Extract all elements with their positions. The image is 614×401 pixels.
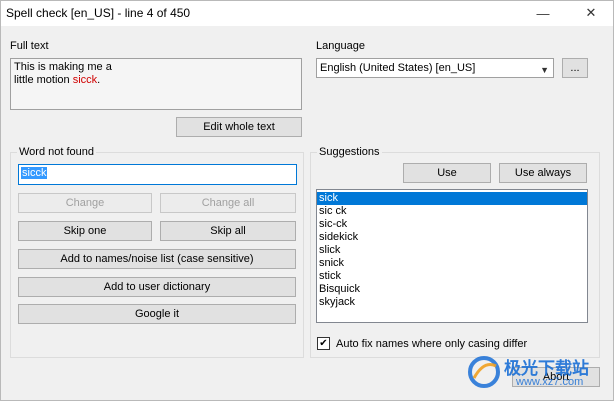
skip-all-button[interactable]: Skip all [160, 221, 296, 241]
suggestion-item[interactable]: sick [317, 192, 587, 205]
suggestion-item[interactable]: snick [317, 257, 587, 270]
auto-fix-label: Auto fix names where only casing differ [336, 337, 528, 350]
change-all-button[interactable]: Change all [160, 193, 296, 213]
full-text-label: Full text [10, 40, 49, 52]
auto-fix-checkbox[interactable]: ✔ [317, 337, 330, 350]
close-icon: ✕ [585, 5, 597, 20]
google-it-button[interactable]: Google it [18, 304, 296, 324]
suggestion-item[interactable]: slick [317, 244, 587, 257]
change-button[interactable]: Change [18, 193, 152, 213]
word-not-found-title: Word not found [17, 146, 97, 158]
word-not-found-input[interactable]: sicck [18, 164, 297, 185]
full-text-line-2-prefix: little motion [14, 74, 73, 86]
suggestion-item[interactable]: skyjack [317, 296, 587, 309]
suggestions-list[interactable]: sick sic ck sic-ck sidekick slick snick stick B… [316, 189, 588, 323]
watermark: 极光下载站 www.xz7.com [468, 352, 608, 396]
full-text-line-2: little motion sicck. [14, 74, 298, 87]
close-button[interactable]: ✕ [568, 0, 614, 26]
window-title: Spell check [en_US] - line 4 of 450 [6, 6, 191, 20]
full-text-box[interactable]: This is making me a little motion sicck. [10, 58, 302, 110]
full-text-line-2-suffix: . [97, 74, 101, 86]
edit-whole-text-button[interactable]: Edit whole text [176, 117, 302, 137]
full-text-line-1: This is making me a [14, 61, 112, 73]
check-icon: ✔ [319, 337, 328, 349]
suggestion-item[interactable]: sic ck [317, 205, 587, 218]
use-always-button[interactable]: Use always [499, 163, 587, 183]
suggestions-title: Suggestions [317, 146, 382, 158]
language-more-button[interactable]: ... [562, 58, 588, 78]
minimize-button[interactable]: — [520, 0, 566, 26]
language-dropdown[interactable]: English (United States) [en_US] ▼ [316, 58, 554, 78]
skip-one-button[interactable]: Skip one [18, 221, 152, 241]
language-selected: English (United States) [en_US] [320, 62, 476, 74]
add-to-user-dictionary-button[interactable]: Add to user dictionary [18, 277, 296, 297]
language-label: Language [316, 40, 365, 52]
watermark-url: www.xz7.com [516, 376, 584, 388]
suggestion-item[interactable]: sidekick [317, 231, 587, 244]
use-button[interactable]: Use [403, 163, 491, 183]
suggestion-item[interactable]: stick [317, 270, 587, 283]
add-to-names-button[interactable]: Add to names/noise list (case sensitive) [18, 249, 296, 269]
chevron-down-icon: ▼ [540, 65, 549, 75]
suggestion-item[interactable]: sic-ck [317, 218, 587, 231]
word-not-found-value: sicck [21, 167, 48, 179]
misspelled-word: sicck [72, 74, 98, 86]
suggestion-item[interactable]: Bisquick [317, 283, 587, 296]
auto-fix-option[interactable]: ✔ Auto fix names where only casing diffe… [317, 337, 527, 350]
minimize-icon: — [536, 5, 550, 21]
